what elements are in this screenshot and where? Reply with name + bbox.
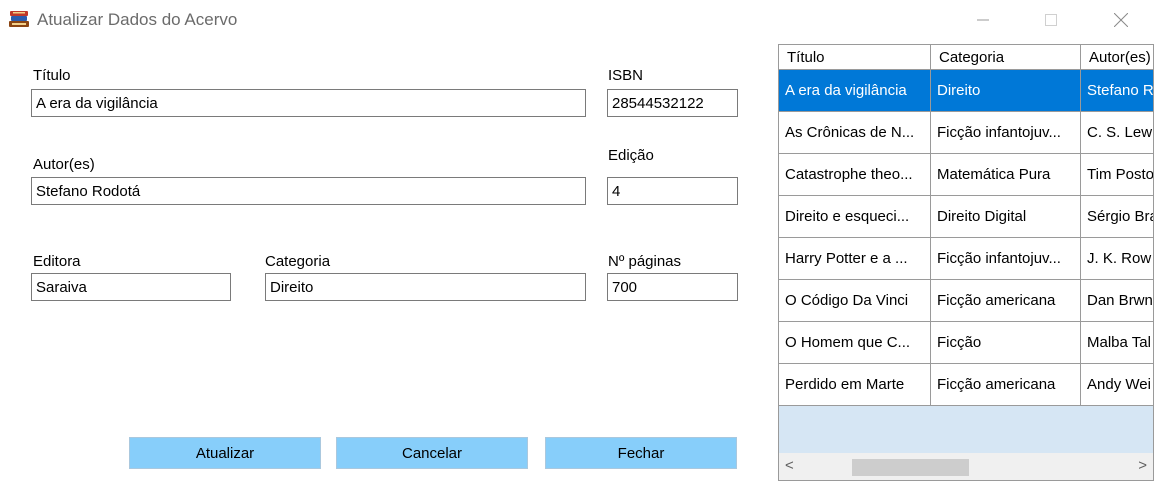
grid-header: Título Categoria Autor(es) (779, 45, 1153, 70)
table-cell[interactable]: As Crônicas de N... (779, 112, 931, 153)
cancelar-button[interactable]: Cancelar (336, 437, 528, 469)
editora-field[interactable] (31, 273, 231, 301)
table-cell[interactable]: Tim Posto (1081, 154, 1153, 195)
grid-body: A era da vigilância Direito Stefano R As Cr… (779, 70, 1153, 406)
column-header-categoria[interactable]: Categoria (931, 45, 1081, 69)
horizontal-scrollbar[interactable]: < > (779, 453, 1153, 480)
window-title: Atualizar Dados do Acervo (37, 10, 238, 29)
table-cell[interactable]: Direito (931, 70, 1081, 111)
maximize-button[interactable] (1028, 0, 1074, 40)
autor-field[interactable] (31, 177, 586, 205)
table-cell[interactable]: O Código Da Vinci (779, 280, 931, 321)
minimize-button[interactable] (960, 0, 1006, 40)
table-row[interactable]: Perdido em Marte Ficção americana Andy Wei (779, 364, 1153, 406)
atualizar-button[interactable]: Atualizar (129, 437, 321, 469)
table-cell[interactable]: C. S. Lew (1081, 112, 1153, 153)
table-cell[interactable]: Ficção (931, 322, 1081, 363)
table-cell[interactable]: Direito Digital (931, 196, 1081, 237)
table-row[interactable]: Direito e esqueci... Direito Digital Sérgi… (779, 196, 1153, 238)
isbn-field[interactable] (607, 89, 738, 117)
table-cell[interactable]: Sérgio Bra (1081, 196, 1153, 237)
table-cell[interactable]: Ficção americana (931, 364, 1081, 405)
table-row[interactable]: As Crônicas de N... Ficção infantojuv... C… (779, 112, 1153, 154)
table-row[interactable]: A era da vigilância Direito Stefano R (779, 70, 1153, 112)
categoria-field[interactable] (265, 273, 586, 301)
table-row[interactable]: O Código Da Vinci Ficção americana Dan Brw… (779, 280, 1153, 322)
edicao-label: Edição (608, 147, 654, 164)
column-header-autores[interactable]: Autor(es) (1081, 45, 1153, 69)
fechar-button[interactable]: Fechar (545, 437, 737, 469)
autor-label: Autor(es) (33, 156, 95, 173)
table-cell[interactable]: Catastrophe theo... (779, 154, 931, 195)
table-row[interactable]: Catastrophe theo... Matemática Pura Tim Po… (779, 154, 1153, 196)
table-cell[interactable]: Dan Brwn (1081, 280, 1153, 321)
column-header-titulo[interactable]: Título (779, 45, 931, 69)
scroll-right-icon[interactable]: > (1138, 457, 1147, 474)
table-row[interactable]: O Homem que C... Ficção Malba Tal (779, 322, 1153, 364)
titulo-field[interactable] (31, 89, 586, 117)
table-cell[interactable]: Stefano R (1081, 70, 1153, 111)
categoria-label: Categoria (265, 253, 331, 270)
scroll-left-icon[interactable]: < (785, 457, 794, 474)
table-cell[interactable]: O Homem que C... (779, 322, 931, 363)
table-cell[interactable]: A era da vigilância (779, 70, 931, 111)
titulo-label: Título (33, 67, 71, 84)
table-cell[interactable]: Andy Wei (1081, 364, 1153, 405)
edicao-field[interactable] (607, 177, 738, 205)
table-cell[interactable]: J. K. Row (1081, 238, 1153, 279)
table-cell[interactable]: Perdido em Marte (779, 364, 931, 405)
table-cell[interactable]: Matemática Pura (931, 154, 1081, 195)
books-grid[interactable]: Título Categoria Autor(es) A era da vigi… (778, 44, 1154, 481)
close-button[interactable] (1098, 0, 1144, 40)
editora-label: Editora (33, 253, 81, 270)
table-cell[interactable]: Ficção americana (931, 280, 1081, 321)
table-cell[interactable]: Harry Potter e a ... (779, 238, 931, 279)
isbn-label: ISBN (608, 67, 644, 84)
books-icon (8, 9, 30, 31)
scroll-thumb[interactable] (852, 459, 969, 476)
table-cell[interactable]: Direito e esqueci... (779, 196, 931, 237)
table-cell[interactable]: Ficção infantojuv... (931, 112, 1081, 153)
paginas-field[interactable] (607, 273, 738, 301)
table-cell[interactable]: Malba Tal (1081, 322, 1153, 363)
paginas-label: Nº páginas (608, 253, 682, 270)
table-row[interactable]: Harry Potter e a ... Ficção infantojuv...… (779, 238, 1153, 280)
table-cell[interactable]: Ficção infantojuv... (931, 238, 1081, 279)
title-bar: Atualizar Dados do Acervo (0, 0, 1154, 40)
